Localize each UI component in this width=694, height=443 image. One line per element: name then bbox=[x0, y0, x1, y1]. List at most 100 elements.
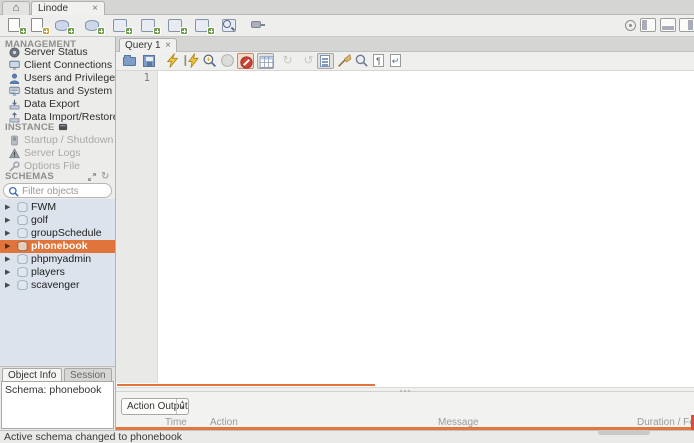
commit-icon: ↻ bbox=[279, 53, 296, 68]
execute-current-icon bbox=[184, 53, 199, 68]
toggle-stop-on-error-button[interactable] bbox=[237, 53, 254, 69]
status-bar: Active schema changed to phonebook bbox=[0, 430, 694, 443]
sidebar-item-system-variables[interactable]: Status and System Variables bbox=[0, 85, 115, 98]
expander-icon[interactable]: ▶ bbox=[5, 279, 10, 292]
schema-tree: ▶ FWM ▶ golf ▶ groupSchedule ▶ phonebook… bbox=[0, 199, 115, 366]
toggle-left-sidebar-button[interactable] bbox=[640, 18, 656, 32]
sidebar-item-startup-shutdown[interactable]: Startup / Shutdown bbox=[0, 134, 115, 147]
schema-filter-box bbox=[3, 183, 112, 198]
schema-icon bbox=[16, 241, 29, 252]
main-toolbar bbox=[0, 15, 694, 37]
expander-icon[interactable]: ▶ bbox=[5, 240, 10, 253]
create-function-button[interactable] bbox=[165, 17, 189, 35]
search-table-data-button[interactable] bbox=[219, 17, 243, 35]
refresh-schemas-icon[interactable]: ↻ bbox=[101, 171, 109, 182]
plus-badge-icon bbox=[19, 27, 27, 35]
server-status-icon bbox=[9, 47, 20, 58]
expander-icon[interactable]: ▶ bbox=[5, 266, 10, 279]
schema-row-scavenger[interactable]: ▶ scavenger bbox=[0, 279, 115, 292]
sidebar-item-data-export[interactable]: Data Export bbox=[0, 98, 115, 111]
connection-tab[interactable]: Linode × bbox=[31, 1, 105, 15]
sidebar-item-label: Client Connections bbox=[24, 59, 112, 72]
object-info-text: Schema: phonebook bbox=[5, 384, 101, 396]
expander-icon[interactable]: ▶ bbox=[5, 227, 10, 240]
new-sql-tab-button[interactable] bbox=[4, 17, 28, 35]
open-sql-script-button[interactable] bbox=[27, 17, 51, 35]
create-table-button[interactable] bbox=[82, 17, 106, 35]
expander-icon[interactable]: ▶ bbox=[5, 201, 10, 214]
limit-rows-button[interactable] bbox=[257, 53, 274, 69]
busy-indicator-icon bbox=[625, 20, 636, 31]
close-icon[interactable]: × bbox=[92, 4, 98, 14]
toggle-right-sidebar-button[interactable] bbox=[679, 18, 694, 32]
sidebar-item-label: Server Logs bbox=[24, 147, 81, 160]
system-variables-icon bbox=[9, 86, 20, 97]
sidebar-item-client-connections[interactable]: Client Connections bbox=[0, 59, 115, 72]
expander-icon[interactable]: ▶ bbox=[5, 214, 10, 227]
schema-filter-input[interactable] bbox=[22, 185, 108, 197]
sidebar-item-server-status[interactable]: Server Status bbox=[0, 46, 115, 59]
expand-schemas-icon[interactable] bbox=[87, 172, 97, 182]
execute-all-button[interactable] bbox=[165, 53, 182, 69]
schema-name: phpmyadmin bbox=[31, 253, 91, 266]
create-procedure-button[interactable] bbox=[138, 17, 162, 35]
sql-editor-area: Query 1 × ↻ ↺ ¶ ↵ 1 bbox=[116, 37, 694, 430]
plus-badge-icon bbox=[207, 27, 215, 35]
toggle-autocommit-button[interactable] bbox=[317, 53, 334, 69]
navigator-sidebar: MANAGEMENT Server Status Client Connecti… bbox=[0, 37, 116, 430]
users-privileges-icon bbox=[9, 73, 20, 84]
create-view-button[interactable] bbox=[110, 17, 134, 35]
output-selector[interactable]: Action Output ▲ ▼ bbox=[121, 398, 189, 415]
explain-plan-button[interactable] bbox=[202, 53, 219, 69]
expander-icon[interactable]: ▶ bbox=[5, 253, 10, 266]
sidebar-item-server-logs[interactable]: Server Logs bbox=[0, 147, 115, 160]
open-badge-icon bbox=[42, 27, 50, 35]
schema-row-groupschedule[interactable]: ▶ groupSchedule bbox=[0, 227, 115, 240]
editor-scroll-indicator bbox=[117, 384, 375, 386]
create-trigger-button[interactable] bbox=[192, 17, 216, 35]
schema-icon bbox=[16, 202, 29, 213]
rollback-button[interactable]: ↺ bbox=[300, 53, 317, 69]
execute-lightning-icon bbox=[165, 53, 180, 68]
schema-row-fwm[interactable]: ▶ FWM bbox=[0, 201, 115, 214]
schema-row-players[interactable]: ▶ players bbox=[0, 266, 115, 279]
create-schema-button[interactable] bbox=[52, 17, 76, 35]
show-invisibles-button[interactable]: ¶ bbox=[371, 53, 388, 69]
toggle-output-area-button[interactable] bbox=[660, 18, 676, 32]
folder-icon bbox=[123, 57, 136, 66]
rollback-icon: ↺ bbox=[300, 53, 317, 68]
schema-icon bbox=[16, 228, 29, 239]
open-sql-file-button[interactable] bbox=[122, 53, 139, 69]
dropdown-spinner-icon[interactable]: ▲ ▼ bbox=[176, 399, 188, 414]
word-wrap-icon: ↵ bbox=[390, 54, 401, 67]
tab-object-info[interactable]: Object Info bbox=[2, 368, 62, 382]
startup-shutdown-icon bbox=[9, 135, 20, 146]
reconnect-database-button[interactable] bbox=[247, 17, 271, 35]
schema-name: scavenger bbox=[31, 279, 79, 292]
horizontal-scrollbar-thumb[interactable] bbox=[598, 430, 650, 435]
schema-name: golf bbox=[31, 214, 48, 227]
status-message: Active schema changed to phonebook bbox=[4, 431, 182, 443]
find-button[interactable] bbox=[354, 53, 371, 69]
toggle-word-wrap-button[interactable]: ↵ bbox=[388, 53, 405, 69]
search-icon bbox=[8, 186, 20, 198]
execute-current-button[interactable] bbox=[184, 53, 201, 69]
beautify-sql-button[interactable] bbox=[337, 53, 354, 69]
commit-button[interactable]: ↻ bbox=[279, 53, 296, 69]
server-logs-icon bbox=[9, 148, 20, 159]
home-tab[interactable]: ⌂ bbox=[2, 1, 30, 15]
stop-query-button[interactable] bbox=[220, 53, 237, 69]
plug-icon bbox=[251, 21, 261, 28]
sidebar-item-users-privileges[interactable]: Users and Privileges bbox=[0, 72, 115, 85]
schema-row-phpmyadmin[interactable]: ▶ phpmyadmin bbox=[0, 253, 115, 266]
window-tab-bar: ⌂ Linode × bbox=[0, 0, 694, 15]
save-icon bbox=[143, 55, 155, 67]
schema-row-golf[interactable]: ▶ golf bbox=[0, 214, 115, 227]
plus-badge-icon bbox=[125, 27, 133, 35]
schema-row-phonebook-selected[interactable]: ▶ phonebook bbox=[0, 240, 115, 253]
tab-session[interactable]: Session bbox=[64, 368, 112, 382]
search-icon bbox=[223, 20, 231, 28]
close-icon[interactable]: × bbox=[165, 41, 171, 51]
query-tab[interactable]: Query 1 × bbox=[119, 38, 177, 52]
save-script-button[interactable] bbox=[141, 53, 158, 69]
